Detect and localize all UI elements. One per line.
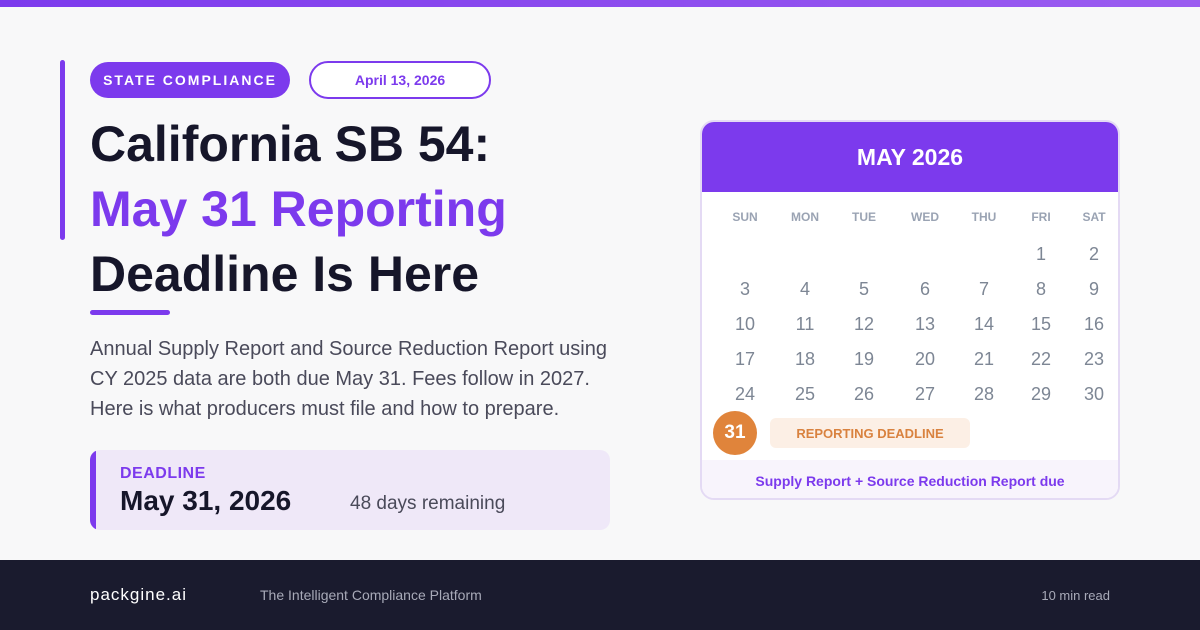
weekday-sun: SUN [732,210,758,224]
calendar-day[interactable]: 9 [1074,279,1114,300]
calendar-day[interactable]: 23 [1074,349,1114,370]
calendar-day[interactable]: 29 [1021,384,1061,405]
calendar-card: MAY 2026 SUN MON TUE WED THU FRI SAT 1 2 3 4 5 6 7 8 9 1… [700,120,1120,500]
calendar-day[interactable]: 20 [905,349,945,370]
calendar-day[interactable]: 3 [725,279,765,300]
calendar-day[interactable]: 24 [725,384,765,405]
category-badge[interactable]: STATE COMPLIANCE [90,62,290,98]
calendar-day[interactable]: 14 [964,314,1004,335]
calendar-day[interactable]: 28 [964,384,1004,405]
top-accent-bar [0,0,1200,7]
calendar-day[interactable]: 2 [1074,244,1114,265]
reporting-deadline-tag: REPORTING DEADLINE [770,418,970,448]
calendar-day[interactable]: 21 [964,349,1004,370]
calendar-footer: Supply Report + Source Reduction Report … [702,460,1118,498]
date-badge: April 13, 2026 [309,61,491,99]
headline-underline [90,310,170,315]
calendar-day[interactable]: 27 [905,384,945,405]
calendar-day[interactable]: 4 [785,279,825,300]
calendar-day[interactable]: 18 [785,349,825,370]
deadline-card-accent [90,450,96,530]
calendar-day[interactable]: 30 [1074,384,1114,405]
deadline-label: DEADLINE [120,465,206,482]
calendar-day[interactable]: 25 [785,384,825,405]
days-remaining: 48 days remaining [350,493,506,514]
weekday-tue: TUE [852,210,876,224]
calendar-day[interactable]: 10 [725,314,765,335]
calendar-month: MAY 2026 [702,122,1118,192]
weekday-sat: SAT [1082,210,1106,224]
calendar-day[interactable]: 13 [905,314,945,335]
calendar-day[interactable]: 15 [1021,314,1061,335]
read-time: 10 min read [1041,588,1110,603]
calendar-day[interactable]: 19 [844,349,884,370]
calendar-day[interactable]: 22 [1021,349,1061,370]
calendar-day[interactable]: 12 [844,314,884,335]
headline-line-3: Deadline Is Here [90,246,480,302]
headline-line-1: California SB 54: [90,116,491,172]
calendar-day[interactable]: 17 [725,349,765,370]
weekday-thu: THU [971,210,997,224]
left-accent-line [60,60,65,240]
calendar-day[interactable]: 26 [844,384,884,405]
calendar-day[interactable]: 5 [844,279,884,300]
tagline: The Intelligent Compliance Platform [260,587,482,603]
weekday-wed: WED [911,210,939,224]
weekday-fri: FRI [1031,210,1051,224]
brand-name[interactable]: packgine.ai [90,585,187,605]
calendar-day[interactable]: 1 [1021,244,1061,265]
deadline-card: DEADLINE May 31, 2026 48 days remaining [90,450,610,530]
calendar-day[interactable]: 16 [1074,314,1114,335]
calendar-day[interactable]: 11 [785,314,825,335]
description: Annual Supply Report and Source Reductio… [90,338,607,420]
calendar-day[interactable]: 7 [964,279,1004,300]
calendar-day[interactable]: 8 [1021,279,1061,300]
calendar-day[interactable]: 6 [905,279,945,300]
deadline-date: May 31, 2026 [120,485,292,516]
headline-line-2: May 31 Reporting [90,181,507,237]
footer: packgine.ai The Intelligent Compliance P… [0,560,1200,630]
calendar-deadline-day[interactable]: 31 [713,411,757,455]
weekday-mon: MON [791,210,819,224]
